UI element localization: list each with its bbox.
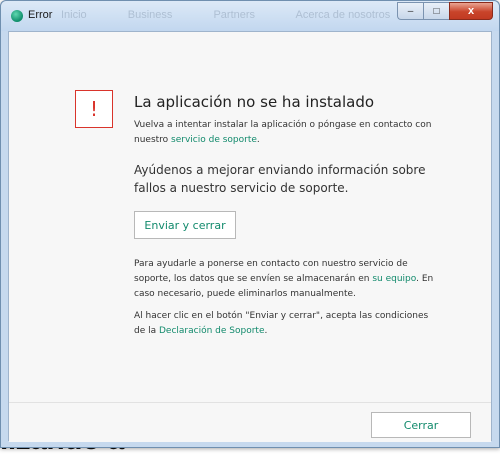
window-title: Error	[28, 9, 53, 21]
data-text: Para ayudarle a ponerse en contacto con …	[134, 259, 408, 284]
window-controls: – □ x	[397, 2, 493, 20]
terms-paragraph: Al hacer clic en el botón "Enviar y cerr…	[134, 309, 434, 339]
terms-end: .	[264, 326, 268, 336]
close-window-button[interactable]: x	[449, 2, 493, 20]
ghost-tab: Inicio	[61, 9, 87, 21]
help-paragraph: Ayúdenos a mejorar enviando información …	[134, 163, 426, 195]
maximize-button[interactable]: □	[423, 2, 449, 20]
send-and-close-button[interactable]: Enviar y cerrar	[134, 211, 236, 239]
dialog-footer: Cerrar	[9, 402, 491, 442]
background-nav-ghost: Inicio Business Partners Acerca de nosot…	[61, 9, 428, 21]
minimize-button[interactable]: –	[397, 2, 423, 20]
close-button[interactable]: Cerrar	[371, 412, 471, 438]
title-bar[interactable]: Error Inicio Business Partners Acerca de…	[1, 1, 499, 31]
alert-icon: !	[75, 90, 113, 128]
ghost-tab: Acerca de nosotros	[295, 9, 391, 21]
intro-end: .	[256, 135, 260, 145]
dialog-heading: La aplicación no se ha instalado	[134, 93, 375, 111]
support-service-link[interactable]: servicio de soporte	[171, 135, 257, 145]
ghost-tab: Partners	[213, 9, 256, 21]
your-computer-link[interactable]: su equipo	[372, 274, 416, 284]
data-paragraph: Para ayudarle a ponerse en contacto con …	[134, 257, 439, 302]
app-logo-icon	[11, 10, 23, 22]
intro-paragraph: Vuelva a intentar instalar la aplicación…	[134, 118, 434, 148]
exclamation-icon: !	[89, 97, 99, 121]
dialog-content: ! La aplicación no se ha instalado Vuelv…	[8, 31, 492, 442]
support-declaration-link[interactable]: Declaración de Soporte	[159, 326, 264, 336]
error-dialog-window: Error Inicio Business Partners Acerca de…	[0, 0, 500, 448]
ghost-tab: Business	[127, 9, 173, 21]
